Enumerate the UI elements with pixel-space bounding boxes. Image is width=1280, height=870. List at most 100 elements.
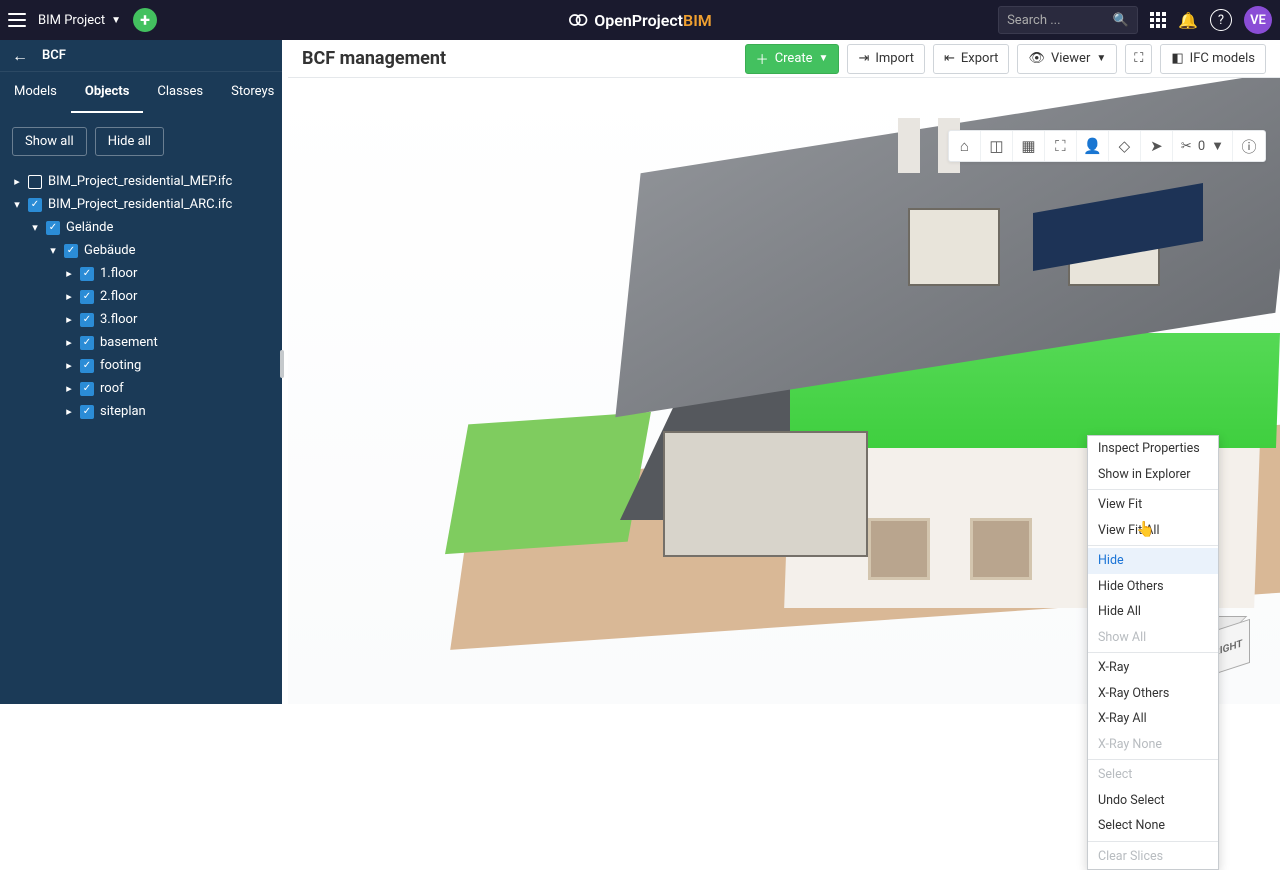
perspective-icon[interactable]: ◫: [981, 131, 1013, 161]
import-button[interactable]: ⇥Import: [847, 44, 925, 74]
viewer-toolbar: ⌂ ◫ ▦ ⛶ 👤 ◇ ➤ ✂ 0 ▼ ⓘ: [948, 130, 1266, 162]
tree-label: basement: [100, 335, 158, 350]
project-name: BIM Project: [38, 13, 105, 28]
help-icon[interactable]: ?: [1210, 9, 1232, 31]
hide-all-button[interactable]: Hide all: [95, 127, 164, 156]
tree-label: siteplan: [100, 404, 146, 419]
sidebar-title: BCF: [42, 48, 66, 63]
viewer-dropdown[interactable]: 👁Viewer▼: [1017, 44, 1117, 74]
pointer-icon[interactable]: ➤: [1141, 131, 1173, 161]
caret-down-icon: ▼: [1211, 138, 1224, 154]
tab-storeys[interactable]: Storeys: [217, 72, 288, 113]
sidebar: ← BCF ModelsObjectsClassesStoreys Show a…: [0, 40, 282, 704]
tree-gelaende[interactable]: ▾ ✓ Gelände: [8, 216, 274, 239]
expander-icon[interactable]: ▾: [30, 221, 40, 234]
ctx-select-none[interactable]: Select None: [1088, 813, 1218, 839]
ctx-undo-select[interactable]: Undo Select: [1088, 788, 1218, 814]
tree-1-floor[interactable]: ▸✓1.floor: [8, 262, 274, 285]
create-button[interactable]: ＋Create▼: [745, 44, 840, 74]
ctx-show-in-explorer[interactable]: Show in Explorer: [1088, 462, 1218, 488]
tree-footing[interactable]: ▸ ✓ footing: [8, 354, 274, 377]
ifc-models-button[interactable]: ◧IFC models: [1160, 44, 1266, 74]
tab-objects[interactable]: Objects: [71, 72, 144, 113]
add-button[interactable]: +: [133, 8, 157, 32]
hide-icon[interactable]: ◇: [1109, 131, 1141, 161]
expander-icon[interactable]: ▸: [64, 336, 74, 349]
project-selector[interactable]: BIM Project ▼: [38, 13, 121, 28]
ctx-x-ray-none: X-Ray None: [1088, 732, 1218, 758]
hamburger-menu[interactable]: [8, 13, 26, 27]
ctx-hide[interactable]: Hide: [1088, 548, 1218, 574]
ctx-inspect-properties[interactable]: Inspect Properties: [1088, 436, 1218, 462]
tab-classes[interactable]: Classes: [143, 72, 217, 113]
fit-icon[interactable]: ⛶: [1045, 131, 1077, 161]
checkbox[interactable]: ✓: [80, 313, 94, 327]
export-button[interactable]: ⇤Export: [933, 44, 1009, 74]
tree-label: Gelände: [66, 220, 113, 235]
checkbox[interactable]: ✓: [28, 198, 42, 212]
back-arrow-icon[interactable]: ←: [12, 46, 28, 66]
tree-roof[interactable]: ▸✓roof: [8, 377, 274, 400]
window: [868, 518, 930, 580]
avatar[interactable]: VE: [1244, 6, 1272, 34]
checkbox[interactable]: ✓: [80, 336, 94, 350]
eye-icon: 👁: [1028, 51, 1045, 66]
chimney: [898, 118, 920, 173]
search-icon: 🔍: [1113, 13, 1129, 28]
tree-file-arc[interactable]: ▾✓BIM_Project_residential_ARC.ifc: [8, 193, 274, 216]
home-icon[interactable]: ⌂: [949, 131, 981, 161]
tree-file-mep[interactable]: ▸ BIM_Project_residential_MEP.ifc: [8, 170, 274, 193]
expander-icon[interactable]: ▸: [64, 359, 74, 372]
first-person-icon[interactable]: 👤: [1077, 131, 1109, 161]
checkbox[interactable]: [28, 175, 42, 189]
apps-grid-icon[interactable]: [1150, 12, 1166, 28]
ctx-view-fit[interactable]: View Fit: [1088, 492, 1218, 518]
show-all-button[interactable]: Show all: [12, 127, 87, 156]
tree-3-floor[interactable]: ▸ ✓ 3.floor: [8, 308, 274, 331]
ctx-x-ray-others[interactable]: X-Ray Others: [1088, 681, 1218, 707]
tree-label: 2.floor: [100, 289, 137, 304]
search-input[interactable]: Search ... 🔍: [998, 6, 1138, 34]
expander-icon[interactable]: ▾: [12, 198, 22, 211]
ctx-select: Select: [1088, 762, 1218, 788]
splitter-handle[interactable]: [280, 350, 284, 378]
tree-label: BIM_Project_residential_MEP.ifc: [48, 174, 232, 189]
tree-2-floor[interactable]: ▸ ✓ 2.floor: [8, 285, 274, 308]
expander-icon[interactable]: ▾: [48, 244, 58, 257]
cube-icon: ◧: [1171, 51, 1183, 66]
ctx-x-ray[interactable]: X-Ray: [1088, 655, 1218, 681]
notifications-icon[interactable]: 🔔: [1178, 11, 1198, 30]
page-title: BCF management: [302, 48, 446, 69]
import-icon: ⇥: [858, 51, 869, 66]
tree-basement[interactable]: ▸ ✓ basement: [8, 331, 274, 354]
expander-icon[interactable]: ▸: [12, 175, 22, 188]
checkbox[interactable]: ✓: [80, 382, 94, 396]
caret-down-icon: ▼: [111, 15, 121, 26]
checkbox[interactable]: ✓: [80, 290, 94, 304]
ctx-hide-others[interactable]: Hide Others: [1088, 574, 1218, 600]
expander-icon[interactable]: ▸: [64, 290, 74, 303]
expander-icon[interactable]: ▸: [64, 267, 74, 280]
fullscreen-button[interactable]: ⛶: [1125, 44, 1152, 74]
checkbox[interactable]: ✓: [80, 267, 94, 281]
expander-icon[interactable]: ▸: [64, 382, 74, 395]
expander-icon[interactable]: ▸: [64, 313, 74, 326]
checkbox[interactable]: ✓: [80, 359, 94, 373]
tree-gebaeude[interactable]: ▾✓Gebäude: [8, 239, 274, 262]
tree-label: footing: [100, 358, 141, 373]
checkbox[interactable]: ✓: [64, 244, 78, 258]
ctx-clear-slices: Clear Slices: [1088, 844, 1218, 870]
expander-icon[interactable]: ▸: [64, 405, 74, 418]
tree-siteplan[interactable]: ▸ ✓ siteplan: [8, 400, 274, 423]
ctx-view-fit-all[interactable]: View Fit All: [1088, 518, 1218, 544]
grid-icon[interactable]: ▦: [1013, 131, 1045, 161]
info-icon[interactable]: ⓘ: [1233, 131, 1265, 161]
tree-label: 3.floor: [100, 312, 137, 327]
ctx-x-ray-all[interactable]: X-Ray All: [1088, 706, 1218, 732]
ctx-show-all: Show All: [1088, 625, 1218, 651]
checkbox[interactable]: ✓: [46, 221, 60, 235]
checkbox[interactable]: ✓: [80, 405, 94, 419]
slice-counter[interactable]: ✂ 0 ▼: [1173, 131, 1233, 161]
ctx-hide-all[interactable]: Hide All: [1088, 599, 1218, 625]
tab-models[interactable]: Models: [0, 72, 71, 113]
